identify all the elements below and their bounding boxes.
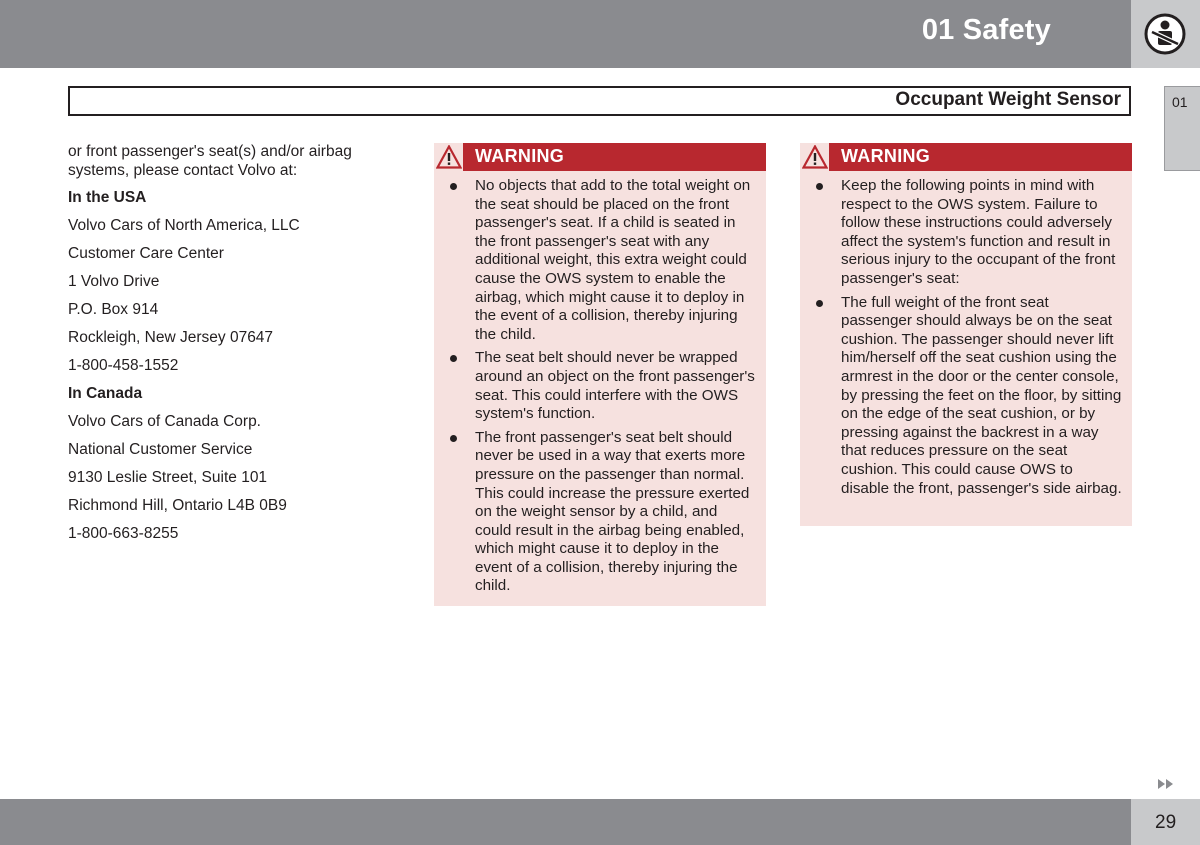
page-number: 29 — [1155, 812, 1177, 833]
warning-item: The seat belt should never be wrapped ar… — [450, 349, 756, 423]
bullet-icon — [450, 355, 457, 363]
footer-bar — [0, 799, 1131, 845]
usa-line: Rockleigh, New Jersey 07647 — [68, 329, 274, 346]
warning-title: WARNING — [841, 146, 931, 166]
chapter-title: 01 Safety — [921, 14, 1051, 46]
warning-title: WARNING — [475, 146, 565, 166]
warning-item: The front passenger's seat belt should n… — [450, 429, 756, 596]
warning-header: WARNING — [434, 143, 766, 171]
chapter-side-tab[interactable]: 01 — [1164, 86, 1200, 171]
chapter-icon-panel — [1131, 0, 1200, 68]
warning-item: Keep the following points in mind with r… — [816, 177, 1122, 289]
canada-heading: In Canada — [68, 385, 143, 402]
chapter-header-bar: 01 Safety — [0, 0, 1131, 68]
warning-item: No objects that add to the total weight … — [450, 177, 756, 344]
bullet-icon — [816, 299, 823, 307]
warning-box: WARNING No objects that add to the total… — [434, 143, 766, 606]
side-tab-label: 01 — [1172, 94, 1188, 110]
usa-phone: 1-800-458-1552 — [68, 357, 179, 374]
usa-heading: In the USA — [68, 189, 147, 206]
continue-arrows-icon[interactable] — [1158, 779, 1174, 789]
canada-line: Richmond Hill, Ontario L4B 0B9 — [68, 497, 287, 514]
usa-line: 1 Volvo Drive — [68, 273, 160, 290]
bullet-icon — [816, 183, 823, 190]
canada-line: National Customer Service — [68, 441, 253, 458]
usa-line: Volvo Cars of North America, LLC — [68, 217, 300, 234]
warning-box: WARNING Keep the following points in min… — [800, 143, 1132, 526]
warning-triangle-icon — [802, 145, 828, 169]
contact-intro: or front passenger's seat(s) and/or airb… — [68, 143, 352, 179]
contact-column: or front passenger's seat(s) and/or airb… — [68, 143, 398, 553]
warning-header: WARNING — [800, 143, 1132, 171]
bullet-icon — [450, 183, 457, 190]
section-title: Occupant Weight Sensor — [895, 89, 1121, 110]
canada-line: Volvo Cars of Canada Corp. — [68, 413, 261, 430]
seatbelt-prohibited-icon — [1144, 13, 1186, 55]
section-title-box: Occupant Weight Sensor — [68, 86, 1131, 116]
bullet-icon — [450, 434, 457, 442]
usa-line: Customer Care Center — [68, 245, 224, 262]
warning-item: The full weight of the front seat passen… — [816, 294, 1122, 499]
canada-line: 9130 Leslie Street, Suite 101 — [68, 469, 268, 486]
canada-phone: 1-800-663-8255 — [68, 525, 179, 542]
usa-line: P.O. Box 914 — [68, 301, 159, 318]
warning-triangle-icon — [436, 145, 462, 169]
